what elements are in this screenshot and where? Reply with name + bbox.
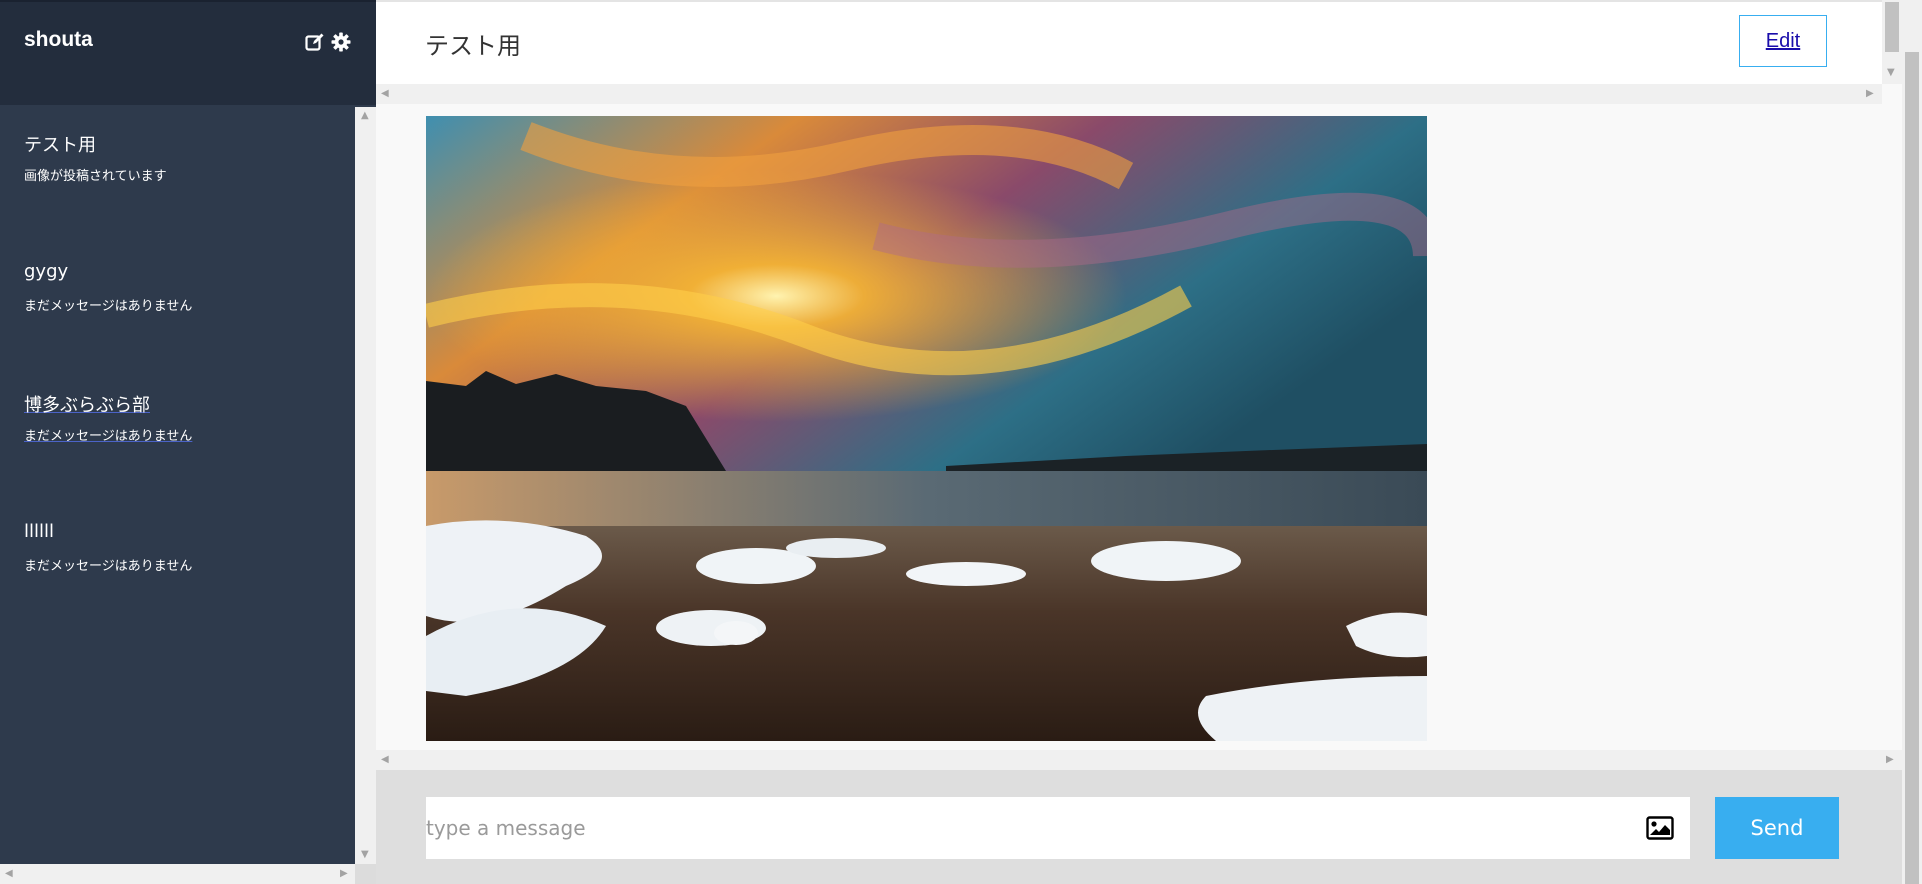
header-horizontal-scrollbar[interactable]: ◀ ▶ [376, 84, 1882, 104]
scroll-right-arrow[interactable]: ▶ [340, 869, 348, 879]
send-button[interactable]: Send [1715, 797, 1839, 859]
header-vertical-scrollbar[interactable]: ▼ [1882, 0, 1902, 84]
scrollbar-thumb[interactable] [1905, 52, 1919, 884]
user-name: shouta [24, 28, 93, 51]
scroll-down-arrow[interactable]: ▼ [361, 850, 369, 860]
chat-main: テスト用 Edit ▼ ◀ ▶ ◀ ▶ type a message Send [376, 0, 1922, 884]
scroll-right-arrow[interactable]: ▶ [1866, 89, 1874, 99]
scroll-up-arrow[interactable]: ▲ [361, 111, 369, 121]
image-icon[interactable] [1646, 815, 1674, 841]
group-name: 博多ぶらぶら部 [24, 395, 150, 416]
gear-icon[interactable] [331, 32, 351, 52]
sidebar-horizontal-scrollbar[interactable]: ◀ ▶ [0, 864, 355, 884]
group-name: テスト用 [24, 135, 96, 156]
group-list: テスト用 画像が投稿されています gygy まだメッセージはありません 博多ぶら… [0, 107, 355, 627]
sidebar-vertical-scrollbar[interactable]: ▲ ▼ [355, 107, 376, 864]
group-item[interactable]: テスト用 画像が投稿されています [0, 107, 355, 237]
message-form: Send [376, 770, 1902, 884]
sidebar-header: shouta [0, 0, 376, 105]
message-image [426, 116, 1427, 741]
group-item[interactable]: llllll まだメッセージはありません [0, 497, 355, 627]
sidebar: shouta テスト用 画像が投稿されています gygy まだメッセージはありま… [0, 0, 376, 884]
group-item[interactable]: 博多ぶらぶら部 まだメッセージはありません [0, 367, 355, 497]
group-name: gygy [24, 261, 69, 282]
scroll-down-arrow[interactable]: ▼ [1887, 68, 1895, 78]
group-name: llllll [24, 521, 55, 542]
edit-icon[interactable] [305, 32, 325, 52]
group-last-message: まだメッセージはありません [24, 559, 193, 574]
scroll-right-arrow[interactable]: ▶ [1886, 755, 1894, 765]
message-input[interactable] [426, 797, 1690, 859]
message-list [376, 104, 1902, 750]
main-vertical-scrollbar[interactable] [1902, 0, 1922, 884]
scrollbar-corner [355, 864, 376, 884]
messages-horizontal-scrollbar[interactable]: ◀ ▶ [376, 750, 1902, 770]
scrollbar-thumb[interactable] [1885, 2, 1899, 52]
group-last-message: まだメッセージはありません [24, 299, 193, 314]
chat-header: テスト用 Edit [376, 0, 1882, 84]
scroll-left-arrow[interactable]: ◀ [381, 89, 389, 99]
scroll-left-arrow[interactable]: ◀ [5, 869, 13, 879]
edit-group-button[interactable]: Edit [1739, 15, 1827, 67]
group-last-message: 画像が投稿されています [24, 169, 167, 184]
group-title: テスト用 [425, 32, 521, 60]
group-item[interactable]: gygy まだメッセージはありません [0, 237, 355, 367]
scroll-left-arrow[interactable]: ◀ [381, 755, 389, 765]
group-last-message: まだメッセージはありません [24, 429, 193, 444]
